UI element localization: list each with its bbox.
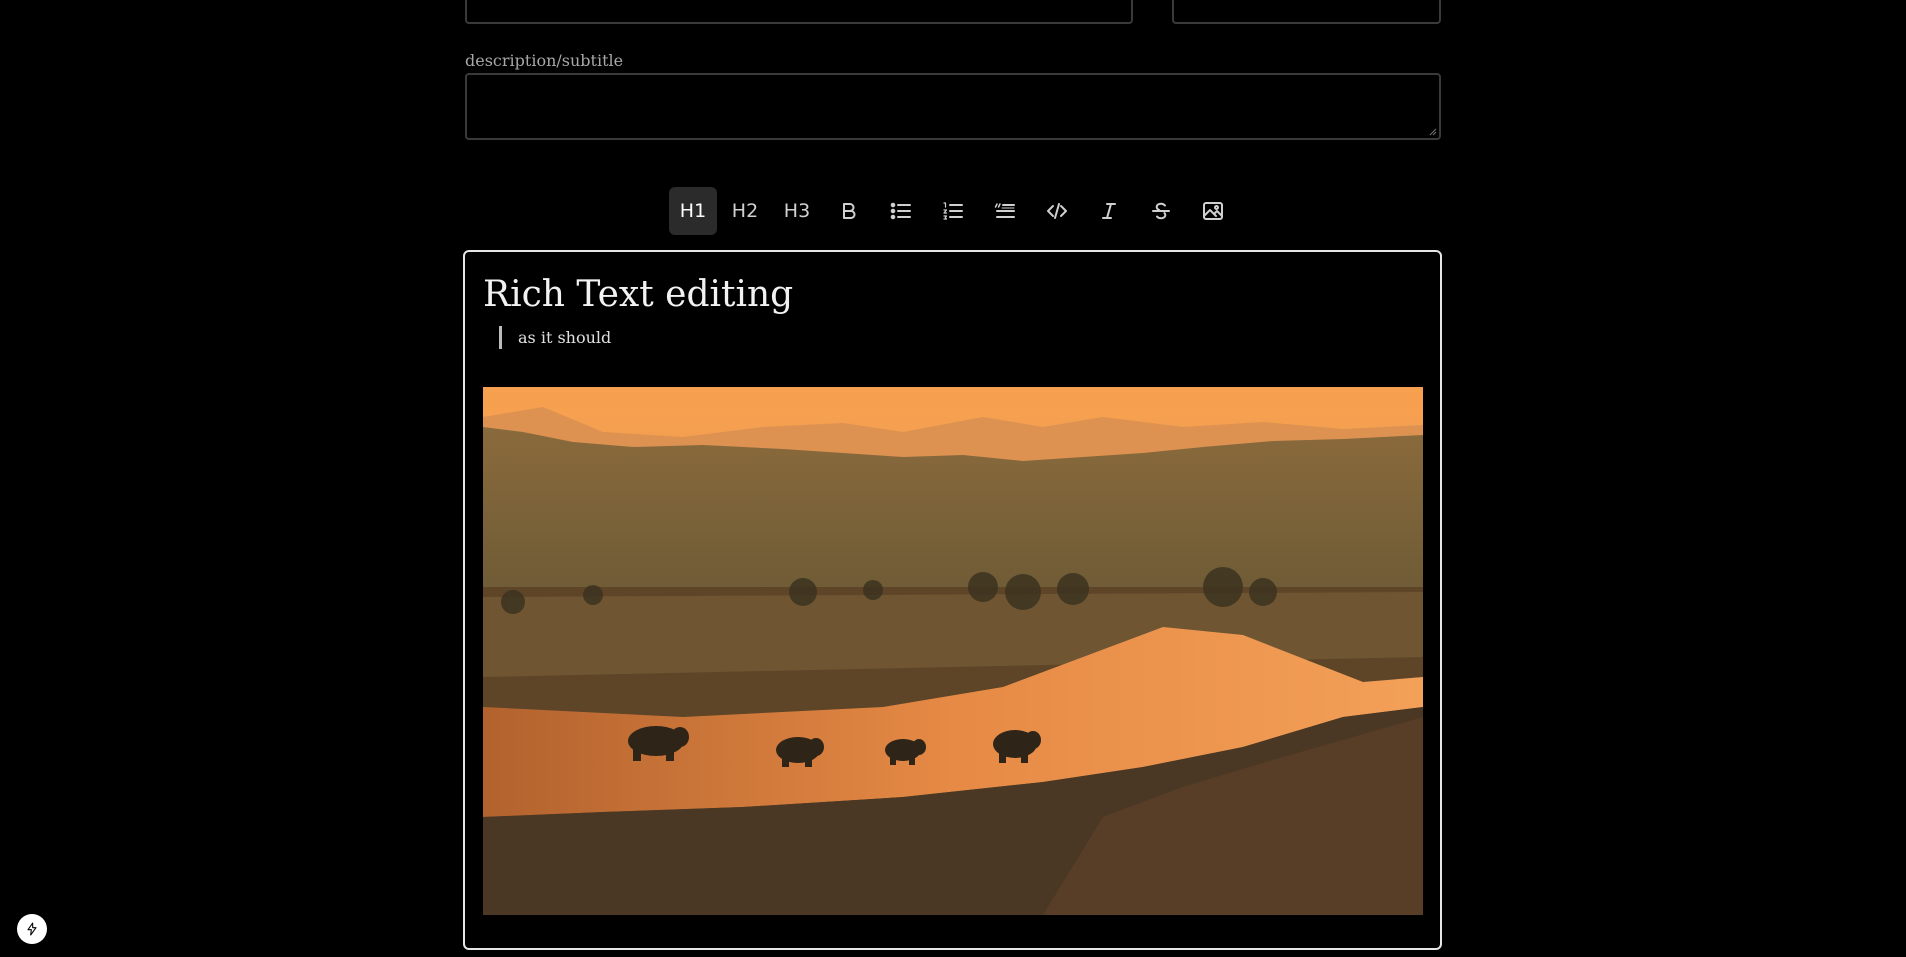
italic-button[interactable] — [1085, 187, 1133, 235]
blockquote-button[interactable] — [981, 187, 1029, 235]
h1-button[interactable]: H1 — [669, 187, 717, 235]
h1-label: H1 — [679, 200, 707, 222]
bullet-list-icon — [890, 202, 911, 220]
h2-button[interactable]: H2 — [721, 187, 769, 235]
blockquote-icon — [994, 203, 1015, 218]
bullet-list-button[interactable] — [877, 187, 925, 235]
strikethrough-button[interactable] — [1137, 187, 1185, 235]
rich-text-editor[interactable]: Rich Text editing as it should — [463, 250, 1442, 950]
dev-tools-badge[interactable] — [17, 914, 47, 944]
code-button[interactable] — [1033, 187, 1081, 235]
editor-heading[interactable]: Rich Text editing — [483, 274, 793, 315]
italic-icon — [1102, 203, 1116, 219]
h2-label: H2 — [731, 200, 759, 222]
editor-blockquote[interactable]: as it should — [499, 326, 611, 349]
ordered-list-icon — [943, 202, 963, 220]
bold-button[interactable] — [825, 187, 873, 235]
h3-label: H3 — [783, 200, 811, 222]
bold-icon — [843, 203, 856, 219]
description-textarea[interactable] — [465, 73, 1441, 140]
image-icon — [1203, 202, 1223, 220]
editor-image[interactable] — [483, 387, 1423, 915]
secondary-input[interactable] — [1172, 0, 1441, 24]
formatting-toolbar: H1 H2 H3 — [669, 187, 1237, 235]
strikethrough-icon — [1152, 202, 1170, 220]
ordered-list-button[interactable] — [929, 187, 977, 235]
insert-image-button[interactable] — [1189, 187, 1237, 235]
title-input[interactable] — [465, 0, 1133, 24]
h3-button[interactable]: H3 — [773, 187, 821, 235]
description-label: description/subtitle — [465, 51, 624, 70]
lightning-bolt-icon — [27, 922, 37, 936]
code-icon — [1047, 203, 1067, 219]
resize-grip-icon[interactable] — [1429, 128, 1437, 136]
